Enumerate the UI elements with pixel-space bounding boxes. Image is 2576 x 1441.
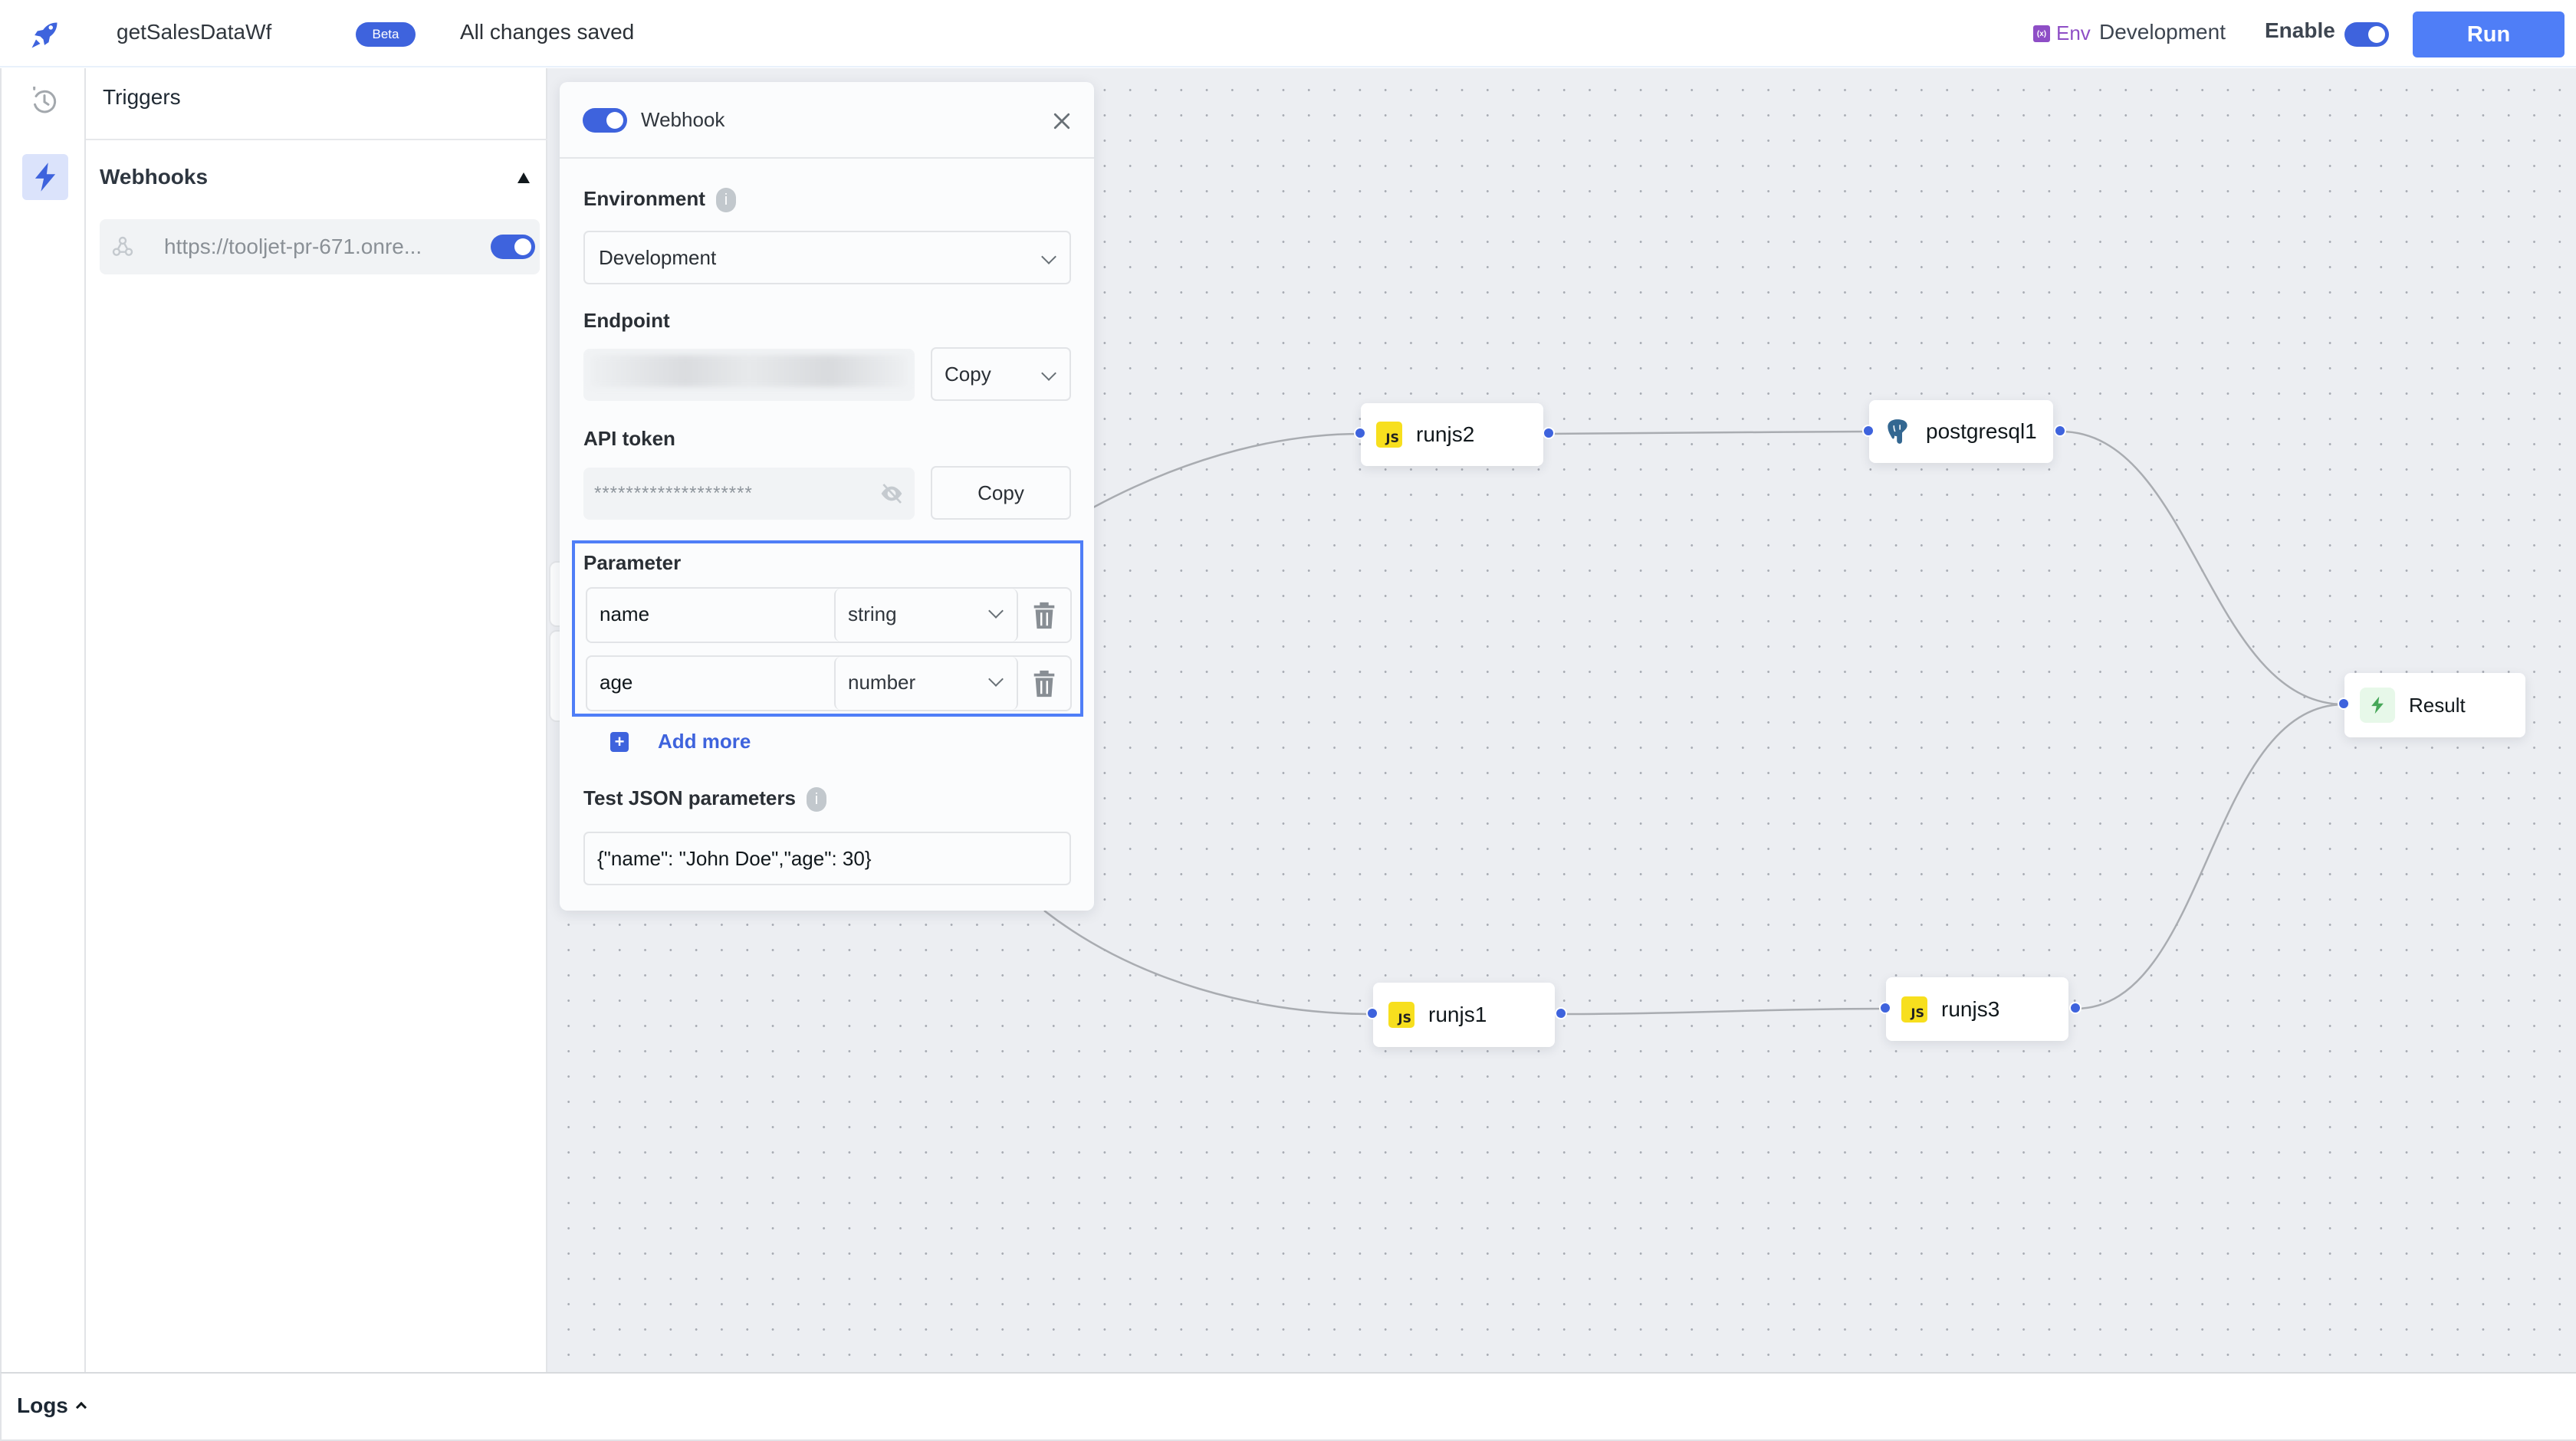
divider — [86, 139, 547, 140]
endpoint-value-redacted — [590, 355, 909, 387]
parameter-type-select[interactable]: number — [834, 657, 1018, 710]
variable-icon: (x) — [2033, 25, 2050, 42]
enable-label: Enable — [2265, 18, 2335, 42]
node-label: runjs2 — [1416, 422, 1475, 446]
endpoint-field[interactable] — [583, 349, 915, 401]
left-rail — [0, 68, 86, 1372]
node-runjs1[interactable]: JS runjs1 — [1373, 983, 1555, 1047]
result-icon — [2360, 688, 2395, 723]
javascript-icon: JS — [1376, 422, 1402, 448]
webhook-url: https://tooljet-pr-671.onre... — [164, 235, 422, 258]
info-icon[interactable]: i — [806, 787, 826, 812]
node-label: runjs3 — [1941, 996, 2000, 1021]
node-output-handle[interactable] — [1543, 427, 1555, 439]
lightning-icon — [34, 162, 56, 192]
api-token-value: ******************** — [594, 483, 753, 504]
trash-icon[interactable] — [1032, 601, 1056, 630]
parameter-type-value: string — [848, 602, 897, 625]
node-input-handle[interactable] — [1366, 1007, 1378, 1019]
node-input-handle[interactable] — [2338, 698, 2350, 710]
rail-item-triggers[interactable] — [22, 154, 68, 200]
node-label: postgresql1 — [1926, 419, 2037, 443]
caret-up-icon[interactable] — [518, 172, 530, 183]
test-json-input[interactable] — [583, 832, 1071, 885]
parameter-name-input[interactable]: name — [600, 602, 649, 626]
webhooks-section-title[interactable]: Webhooks — [100, 165, 208, 189]
history-icon[interactable] — [29, 87, 60, 117]
panel-title: Webhook — [641, 108, 725, 131]
environment-value: Development — [599, 245, 717, 269]
parameter-label: Parameter — [583, 551, 682, 574]
triggers-title: Triggers — [103, 85, 181, 109]
chevron-up-icon — [75, 1401, 87, 1413]
copy-label: Copy — [945, 362, 991, 386]
node-label: runjs1 — [1428, 1003, 1487, 1026]
chevron-down-icon — [1041, 366, 1056, 381]
test-json-label: Test JSON parameters i — [583, 786, 826, 812]
parameter-type-value: number — [848, 671, 916, 694]
postgresql-icon — [1888, 419, 1907, 444]
node-output-handle[interactable] — [1555, 1007, 1567, 1019]
parameter-type-select[interactable]: string — [834, 589, 1018, 642]
parameters-section: Parameter name string age number — [572, 540, 1083, 717]
node-output-handle[interactable] — [2069, 1002, 2082, 1014]
endpoint-copy-dropdown[interactable]: Copy — [931, 347, 1071, 401]
node-input-handle[interactable] — [1879, 1002, 1891, 1014]
chevron-down-icon — [1041, 249, 1056, 264]
api-token-field[interactable]: ******************** — [583, 468, 915, 520]
webhook-icon — [112, 236, 133, 256]
lightning-icon — [2371, 696, 2384, 714]
node-result[interactable]: Result — [2344, 673, 2525, 737]
node-postgresql1[interactable]: postgresql1 — [1869, 400, 2053, 463]
add-more-button[interactable]: + Add more — [610, 730, 751, 753]
plus-icon: + — [610, 731, 629, 752]
node-label: Result — [2409, 693, 2466, 717]
trash-icon[interactable] — [1032, 669, 1056, 698]
webhook-config-panel: Webhook Environment i Development Endpoin… — [560, 82, 1094, 911]
api-token-label: API token — [583, 427, 675, 450]
javascript-icon: JS — [1901, 996, 1927, 1022]
rocket-icon[interactable] — [28, 18, 61, 52]
env-selector[interactable]: Development — [2099, 20, 2226, 44]
info-icon[interactable]: i — [715, 188, 736, 213]
save-status: All changes saved — [460, 20, 635, 44]
run-button[interactable]: Run — [2413, 11, 2564, 57]
close-icon[interactable] — [1050, 110, 1073, 133]
environment-label: Environment i — [583, 187, 736, 213]
beta-badge: Beta — [356, 22, 416, 47]
node-input-handle[interactable] — [1354, 427, 1366, 439]
panel-header: Webhook — [560, 82, 1094, 159]
chevron-down-icon — [988, 603, 1004, 619]
environment-label-text: Environment — [583, 187, 705, 210]
eye-off-icon[interactable] — [879, 481, 904, 506]
enable-toggle[interactable] — [2344, 22, 2389, 47]
parameter-row: name string — [586, 587, 1072, 643]
javascript-icon: JS — [1388, 1002, 1414, 1028]
node-runjs3[interactable]: JS runjs3 — [1886, 977, 2068, 1041]
logs-bar: Logs — [0, 1372, 2576, 1441]
node-input-handle[interactable] — [1862, 425, 1875, 437]
api-token-copy-button[interactable]: Copy — [931, 466, 1071, 520]
workflow-name[interactable]: getSalesDataWf — [117, 20, 271, 44]
parameter-name-input[interactable]: age — [600, 671, 632, 694]
webhook-list-item[interactable]: https://tooljet-pr-671.onre... — [100, 219, 540, 274]
parameter-row: age number — [586, 655, 1072, 711]
node-runjs2[interactable]: JS runjs2 — [1361, 403, 1543, 466]
logs-label: Logs — [17, 1393, 68, 1417]
endpoint-label: Endpoint — [583, 309, 670, 332]
triggers-panel: Triggers Webhooks https://tooljet-pr-671… — [86, 68, 547, 1372]
webhook-toggle[interactable] — [583, 108, 627, 133]
test-json-label-text: Test JSON parameters — [583, 786, 796, 809]
node-output-handle[interactable] — [2054, 425, 2066, 437]
env-label: Env — [2056, 21, 2091, 44]
chevron-down-icon — [988, 671, 1004, 687]
add-more-label: Add more — [658, 730, 751, 753]
webhook-enable-toggle[interactable] — [491, 235, 535, 259]
logs-toggle[interactable]: Logs — [17, 1393, 87, 1418]
top-bar: getSalesDataWf Beta All changes saved (x… — [0, 0, 2576, 67]
environment-select[interactable]: Development — [583, 231, 1071, 284]
